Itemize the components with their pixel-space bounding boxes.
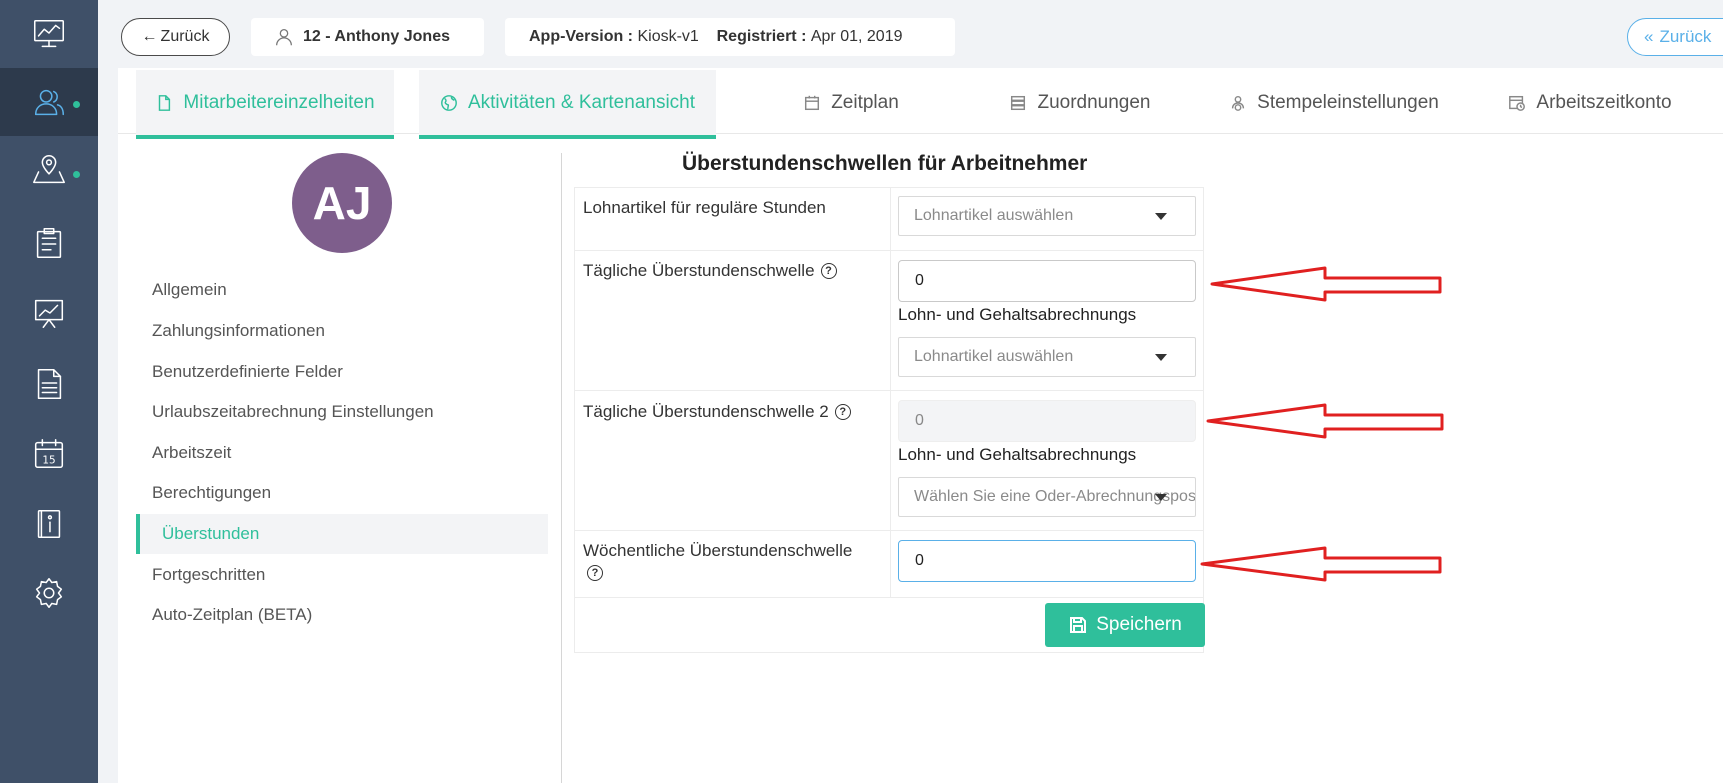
presentation-icon[interactable] — [0, 279, 98, 347]
dashboard-icon[interactable] — [0, 0, 98, 68]
sidebar-item-permissions[interactable]: Berechtigungen — [152, 473, 271, 513]
regular-hours-label: Lohnartikel für reguläre Stunden — [583, 197, 826, 219]
employees-icon[interactable] — [0, 68, 98, 136]
app-version-label: App-Version : — [529, 28, 634, 45]
label-text: Wöchentliche Überstundenschwelle — [583, 541, 853, 560]
weekly-threshold-input[interactable]: 0 — [898, 540, 1196, 582]
label-text: Lohnartikel für reguläre Stunden — [583, 198, 826, 217]
back-right-label: Zurück — [1659, 27, 1712, 46]
help-icon[interactable]: ? — [587, 565, 603, 581]
save-button-label: Speichern — [1096, 614, 1182, 635]
tab-assignments[interactable]: Zuordnungen — [980, 70, 1180, 136]
payroll-sublabel: Lohn- und Gehaltsabrechnungs — [898, 305, 1137, 324]
svg-text:15: 15 — [42, 455, 55, 467]
back-right-button[interactable]: « Zurück — [1627, 18, 1723, 56]
tab-label: Mitarbeitereinzelheiten — [183, 92, 375, 113]
map-pin-icon[interactable] — [0, 136, 98, 204]
info-book-icon[interactable] — [0, 490, 98, 558]
tab-activities-map[interactable]: Aktivitäten & Kartenansicht — [419, 70, 716, 139]
help-icon[interactable]: ? — [820, 263, 837, 279]
user-stamp-icon — [1232, 95, 1245, 111]
server-icon — [1011, 95, 1026, 111]
tab-employee-details[interactable]: Mitarbeitereinzelheiten — [136, 70, 394, 139]
tab-label: Zeitplan — [831, 92, 899, 113]
sidebar-item-leave-settings[interactable]: Urlaubszeitabrechnung Einstellungen — [152, 392, 434, 432]
tab-bar: Mitarbeitereinzelheiten Aktivitäten & Ka… — [118, 68, 1723, 139]
calendar-15-icon[interactable]: 15 — [0, 420, 98, 488]
caret-down-icon — [1155, 213, 1167, 220]
tab-time-account[interactable]: Arbeitszeitkonto — [1490, 70, 1690, 136]
tab-schedule[interactable]: Zeitplan — [776, 70, 926, 136]
tab-label: Arbeitszeitkonto — [1536, 92, 1672, 113]
regular-hours-select[interactable]: Lohnartikel auswählen — [898, 196, 1196, 236]
sidebar-item-custom-fields[interactable]: Benutzerdefinierte Felder — [152, 352, 343, 392]
annotation-arrow — [1200, 546, 1442, 582]
help-icon[interactable]: ? — [834, 404, 851, 420]
select-placeholder: Wählen Sie eine Oder-Abrechnungsposition — [914, 488, 1196, 505]
select-placeholder: Lohnartikel auswählen — [914, 207, 1074, 224]
app-info: App-Version : Kiosk-v1 Registriert : Apr… — [505, 18, 955, 56]
sidebar-item-general[interactable]: Allgemein — [152, 270, 227, 310]
save-button[interactable]: Speichern — [1045, 603, 1205, 647]
daily-threshold-input[interactable]: 0 — [898, 260, 1196, 302]
form-title: Überstundenschwellen für Arbeitnehmer — [682, 152, 1088, 175]
status-dot — [73, 171, 80, 178]
globe-icon — [441, 95, 457, 111]
registered-value: Apr 01, 2019 — [810, 28, 903, 45]
sidebar-item-advanced[interactable]: Fortgeschritten — [152, 555, 265, 595]
tab-stamp-settings[interactable]: Stempeleinstellungen — [1214, 70, 1454, 136]
avatar: AJ — [292, 153, 392, 253]
sidebar-item-payment[interactable]: Zahlungsinformationen — [152, 311, 325, 351]
registered-label: Registriert : — [716, 28, 807, 45]
table-row-divider — [574, 597, 1204, 598]
vertical-divider — [561, 153, 562, 783]
arrow-left-icon: ← — [141, 28, 158, 45]
report-icon[interactable] — [0, 350, 98, 418]
caret-down-icon — [1155, 494, 1167, 501]
table-row-divider — [574, 530, 1204, 531]
tab-label: Aktivitäten & Kartenansicht — [467, 92, 696, 113]
daily-threshold-2-input[interactable]: 0 — [898, 400, 1196, 442]
table-row-divider — [574, 250, 1204, 251]
back-button[interactable]: ← Zurück — [121, 18, 230, 56]
employee-name: 12 - Anthony Jones — [303, 28, 450, 45]
user-icon — [276, 29, 292, 46]
app-sidebar: 15 — [0, 0, 98, 783]
tab-label: Stempeleinstellungen — [1257, 92, 1439, 113]
floppy-disk-icon — [1070, 617, 1087, 633]
sidebar-item-overtime[interactable]: Überstunden — [136, 514, 548, 554]
label-text: Tägliche Überstundenschwelle 2 — [583, 402, 829, 421]
select-placeholder: Lohnartikel auswählen — [914, 348, 1074, 365]
document-icon — [159, 95, 171, 111]
content-gutter — [98, 0, 118, 783]
annotation-arrow — [1206, 403, 1444, 439]
status-dot — [73, 101, 80, 108]
sidebar-item-auto-schedule[interactable]: Auto-Zeitplan (BETA) — [152, 595, 312, 635]
settings-gear-icon[interactable] — [0, 559, 98, 627]
weekly-threshold-label: Wöchentliche Überstundenschwelle? — [583, 540, 883, 584]
daily-threshold-2-payroll-select[interactable]: Wählen Sie eine Oder-Abrechnungsposition — [898, 477, 1196, 517]
clipboard-icon[interactable] — [0, 210, 98, 278]
daily-threshold-payroll-select[interactable]: Lohnartikel auswählen — [898, 337, 1196, 377]
table-row-divider — [574, 390, 1204, 391]
label-text: Tägliche Überstundenschwelle — [583, 261, 815, 280]
caret-down-icon — [1155, 354, 1167, 361]
tab-label: Zuordnungen — [1037, 92, 1151, 113]
double-chevron-left-icon: « — [1644, 27, 1654, 46]
annotation-arrow — [1210, 266, 1442, 302]
calendar-icon — [805, 95, 820, 111]
app-version-value: Kiosk-v1 — [637, 28, 699, 45]
payroll-sublabel: Lohn- und Gehaltsabrechnungs — [898, 445, 1137, 464]
calendar-clock-icon — [1509, 95, 1526, 111]
sidebar-item-working-time[interactable]: Arbeitszeit — [152, 433, 231, 473]
daily-threshold-label: Tägliche Überstundenschwelle? — [583, 260, 837, 282]
back-button-label: Zurück — [160, 28, 210, 45]
table-column-divider — [890, 187, 891, 597]
employee-badge: 12 - Anthony Jones — [251, 18, 484, 56]
daily-threshold-2-label: Tägliche Überstundenschwelle 2? — [583, 401, 851, 423]
